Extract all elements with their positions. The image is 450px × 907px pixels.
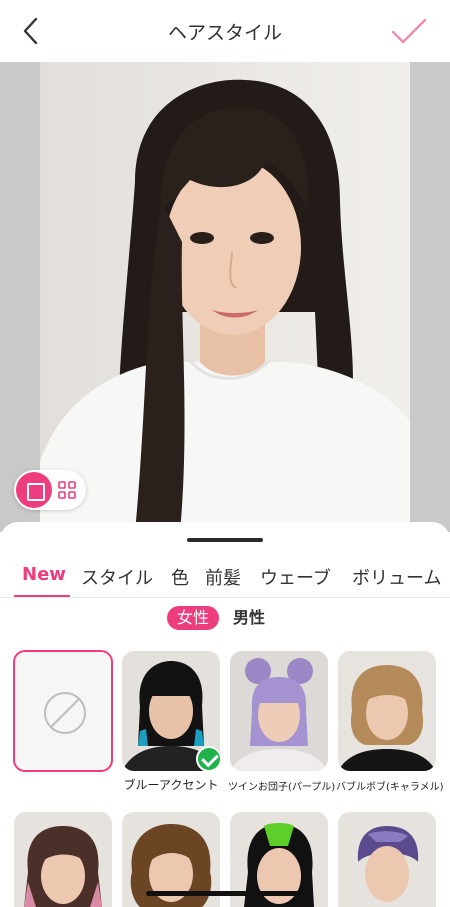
home-indicator	[146, 891, 306, 896]
style-label: バブルボブ(キャラメル)	[336, 782, 444, 793]
view-toggle	[14, 470, 86, 510]
tab-wave[interactable]: ウェーブ	[260, 564, 331, 590]
none-icon	[44, 692, 86, 734]
page-title: ヘアスタイル	[167, 22, 282, 44]
grid-icon[interactable]	[58, 481, 76, 499]
active-tab-indicator	[14, 595, 70, 597]
portrait-photo[interactable]	[40, 62, 410, 532]
style-none-tile[interactable]	[13, 650, 113, 772]
checkmark-icon[interactable]	[390, 14, 428, 48]
square-icon[interactable]	[16, 472, 52, 508]
tab-color[interactable]: 色	[171, 564, 189, 590]
tab-new[interactable]: New	[22, 564, 66, 585]
tab-style[interactable]: スタイル	[81, 564, 153, 590]
gender-female-button[interactable]: 女性	[167, 606, 219, 630]
applied-check-icon	[196, 746, 222, 772]
style-tile-purple-short[interactable]	[338, 812, 436, 907]
style-label: ツインお団子(パープル)	[228, 782, 336, 793]
style-tile-pink-highlight[interactable]	[14, 812, 112, 907]
gender-male-button[interactable]: 男性	[233, 606, 265, 630]
style-label: ブルーアクセント	[123, 778, 219, 792]
sheet-drag-handle[interactable]	[187, 538, 263, 542]
top-bar: ヘアスタイル	[0, 0, 450, 62]
tab-bangs[interactable]: 前髪	[205, 564, 241, 590]
category-tabs: New スタイル 色 前髪 ウェーブ ボリューム	[0, 562, 450, 598]
tab-volume[interactable]: ボリューム	[352, 564, 441, 590]
photo-preview-area	[0, 62, 450, 532]
style-tile-bubble-bob-caramel[interactable]	[338, 651, 436, 771]
gender-selector: 女性 男性	[0, 606, 450, 630]
style-tile-twin-buns-purple[interactable]	[230, 651, 328, 771]
